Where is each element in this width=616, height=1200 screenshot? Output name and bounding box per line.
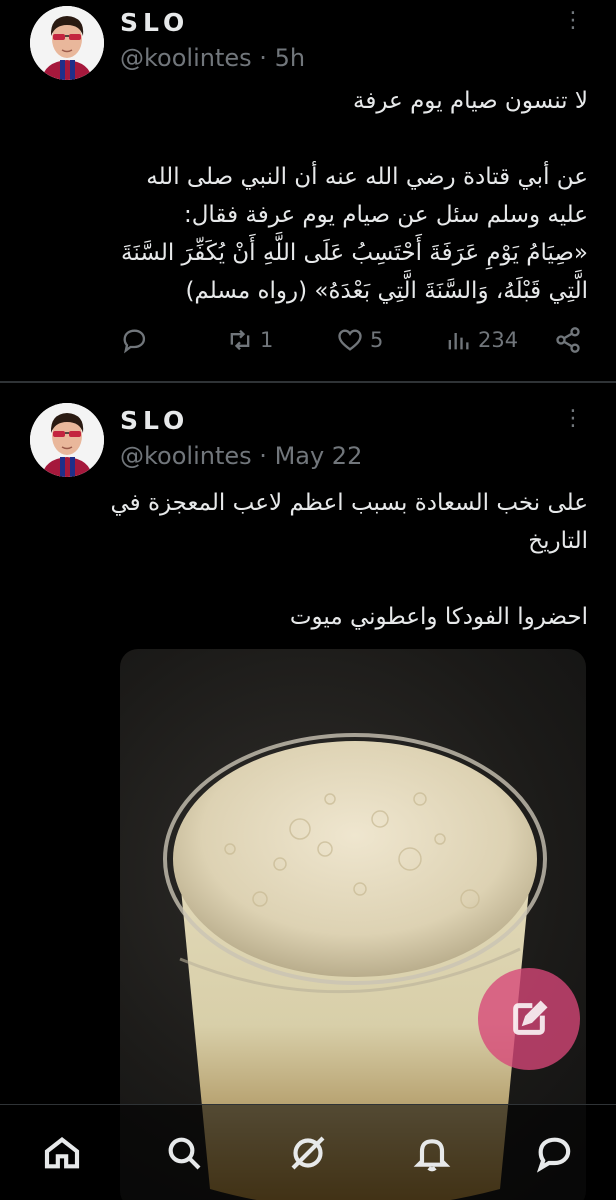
- avatar-image: [30, 6, 104, 80]
- tweet-paragraph: على نخب السعادة بسبب اعظم لاعب المعجزة ف…: [110, 490, 588, 554]
- tweet-text: لا تنسون صيام يوم عرفة عن أبي قتادة رضي …: [108, 82, 588, 310]
- handle[interactable]: @koolintes: [120, 44, 252, 72]
- tweet-divider: [0, 381, 616, 383]
- like-button[interactable]: 5: [336, 326, 383, 354]
- tweet-2[interactable]: SLO @koolintes · May 22 ⋮ على نخب السعاد…: [0, 384, 616, 1200]
- bottom-navigation: [0, 1104, 616, 1200]
- share-button[interactable]: [554, 326, 582, 354]
- nav-search[interactable]: [162, 1131, 206, 1175]
- reply-button[interactable]: [120, 326, 154, 354]
- reply-icon: [123, 329, 146, 354]
- tweet-text: على نخب السعادة بسبب اعظم لاعب المعجزة ف…: [108, 484, 588, 636]
- nav-grok[interactable]: [286, 1131, 330, 1175]
- repost-count: 1: [260, 328, 274, 352]
- tweet-paragraph: احضروا الفودكا واعطوني ميوت: [289, 604, 588, 630]
- repost-button[interactable]: 1: [226, 326, 273, 354]
- tweet-meta: @koolintes · 5h: [120, 44, 305, 72]
- nav-messages[interactable]: [532, 1131, 576, 1175]
- search-icon: [168, 1137, 201, 1170]
- tweet-meta: @koolintes · May 22: [120, 442, 362, 470]
- nav-notifications[interactable]: [410, 1131, 454, 1175]
- heart-icon: [338, 329, 362, 351]
- avatar[interactable]: [30, 403, 104, 477]
- nav-home[interactable]: [40, 1131, 84, 1175]
- avatar-image: [30, 403, 104, 477]
- tweet-paragraph: عن أبي قتادة رضي الله عنه أن النبي صلى ا…: [121, 164, 588, 304]
- timestamp[interactable]: May 22: [275, 442, 363, 470]
- tweet-actions: 1 5 234: [0, 322, 616, 362]
- share-icon: [556, 327, 580, 353]
- display-name[interactable]: SLO: [120, 406, 189, 435]
- bell-icon: [413, 1139, 451, 1172]
- compose-button[interactable]: [478, 968, 580, 1070]
- repost-icon: [230, 329, 250, 351]
- views-button[interactable]: 234: [444, 326, 518, 354]
- like-count: 5: [370, 328, 384, 352]
- more-options-icon[interactable]: ⋮: [562, 8, 586, 33]
- views-icon: [448, 333, 469, 350]
- timestamp[interactable]: 5h: [275, 44, 305, 72]
- more-options-icon[interactable]: ⋮: [562, 406, 586, 431]
- handle[interactable]: @koolintes: [120, 442, 252, 470]
- meta-separator: ·: [259, 442, 267, 470]
- view-count: 234: [478, 328, 519, 352]
- tweet-1[interactable]: SLO @koolintes · 5h ⋮ لا تنسون صيام يوم …: [0, 0, 616, 382]
- avatar[interactable]: [30, 6, 104, 80]
- grok-icon: [291, 1136, 325, 1170]
- compose-icon: [513, 1000, 548, 1035]
- meta-separator: ·: [259, 44, 267, 72]
- home-icon: [44, 1137, 80, 1169]
- display-name[interactable]: SLO: [120, 8, 189, 37]
- messages-icon: [536, 1137, 571, 1173]
- tweet-paragraph: لا تنسون صيام يوم عرفة: [353, 88, 588, 114]
